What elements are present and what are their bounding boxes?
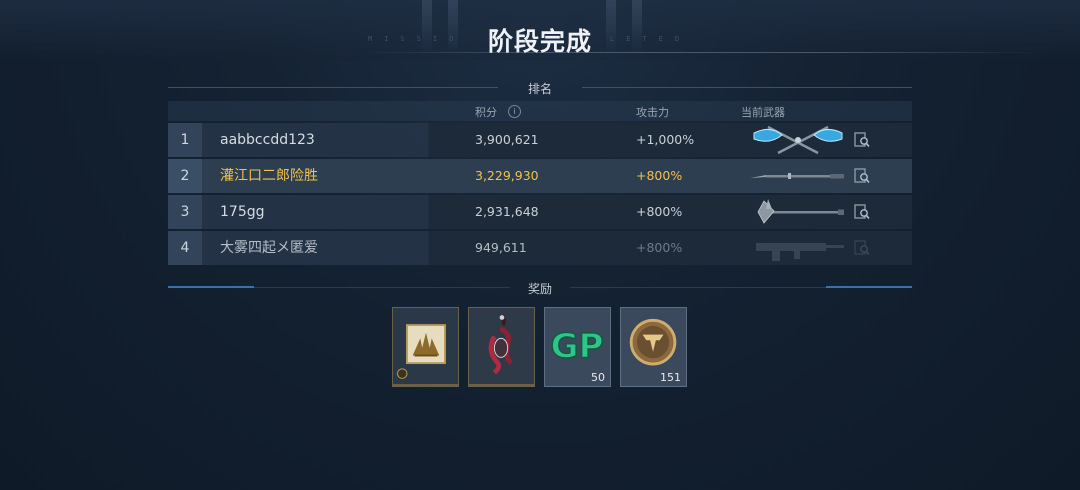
burst-emblem-icon	[397, 324, 446, 379]
table-row: 3 175gg 2,931,648 +800%	[168, 195, 912, 229]
inspect-icon[interactable]	[854, 132, 870, 148]
table-header: 积分 i 攻击力 当前武器	[168, 101, 912, 121]
player-name: 灌江口二郎险胜	[220, 168, 318, 184]
ranking-section-label: 排名	[527, 82, 552, 96]
reward-count: 50	[591, 371, 605, 384]
table-row-current-player: 2 灌江口二郎险胜 3,229,930 +800%	[168, 159, 912, 193]
column-score: 积分	[475, 106, 497, 119]
inspect-icon[interactable]	[854, 168, 870, 184]
spear-icon	[750, 173, 844, 179]
rank-number: 1	[168, 123, 202, 157]
player-attack: +800%	[636, 240, 683, 255]
rank-number: 4	[168, 231, 202, 265]
reward-item[interactable]: GP 50	[544, 307, 611, 387]
rank-number: 3	[168, 195, 202, 229]
info-icon[interactable]: i	[508, 105, 521, 118]
ranking-table: 积分 i 攻击力 当前武器 1 aabbccdd123 3,900,621 +1…	[168, 101, 912, 265]
scorpion-figure-icon	[488, 314, 514, 375]
rewards-section-label: 奖励	[527, 282, 552, 296]
column-attack: 攻击力	[636, 106, 669, 119]
table-row: 4 大雾四起メ匿爱 949,611 +800%	[168, 231, 912, 265]
page-title: 阶段完成	[487, 27, 592, 56]
rank-number: 2	[168, 159, 202, 193]
player-attack: +800%	[636, 204, 683, 219]
player-score: 2,931,648	[475, 204, 539, 219]
table-row: 1 aabbccdd123 3,900,621 +1,000%	[168, 123, 912, 157]
player-score: 949,611	[475, 240, 527, 255]
column-weapon: 当前武器	[741, 106, 785, 119]
reward-count: 151	[660, 371, 681, 384]
twin-axes-icon	[753, 125, 843, 155]
rifle-icon	[756, 243, 844, 261]
player-score: 3,229,930	[475, 168, 539, 183]
rewards-list: GP 50 151	[392, 307, 692, 391]
rewards-section-header: 奖励	[168, 278, 912, 298]
svg-text:GP: GP	[550, 326, 603, 366]
player-name: 大雾四起メ匿爱	[220, 240, 318, 256]
player-attack: +1,000%	[636, 132, 695, 147]
inspect-icon[interactable]	[854, 204, 870, 220]
halberd-icon	[757, 199, 844, 224]
reward-item[interactable]	[392, 307, 459, 387]
ranking-section-header: 排名	[168, 78, 912, 98]
player-name: aabbccdd123	[220, 132, 315, 148]
inspect-icon[interactable]	[854, 240, 870, 256]
reward-item[interactable]	[468, 307, 535, 387]
player-name: 175gg	[220, 204, 265, 220]
reward-item[interactable]: 151	[620, 307, 687, 387]
player-score: 3,900,621	[475, 132, 539, 147]
player-attack: +800%	[636, 168, 683, 183]
